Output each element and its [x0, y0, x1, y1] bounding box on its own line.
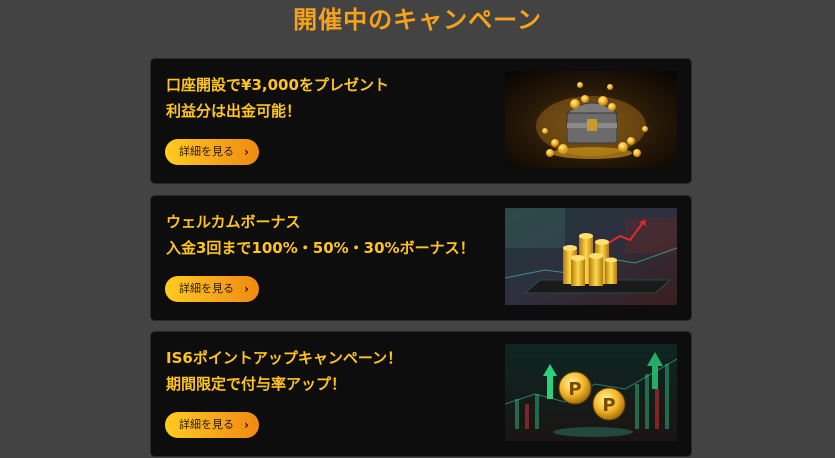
campaign-card-text: ウェルカムボーナス 入金3回まで100%・50%・30%ボーナス！: [166, 209, 501, 261]
details-button[interactable]: 詳細を見る ›: [165, 276, 259, 302]
point-coins-image[interactable]: P P: [505, 344, 677, 441]
campaign-headline: 口座開設で¥3,000をプレゼント: [166, 76, 389, 94]
details-button-label: 詳細を見る: [179, 282, 234, 295]
details-button-label: 詳細を見る: [179, 418, 234, 431]
campaign-card-text: IS6ポイントアップキャンペーン！ 期間限定で付与率アップ！: [166, 345, 501, 397]
svg-text:P: P: [568, 379, 581, 400]
campaign-headline: IS6ポイントアップキャンペーン！: [166, 349, 403, 367]
treasure-chest-image[interactable]: [505, 71, 677, 168]
campaign-card-point-up[interactable]: IS6ポイントアップキャンペーン！ 期間限定で付与率アップ！ 詳細を見る › P…: [151, 332, 691, 456]
details-button-label: 詳細を見る: [179, 145, 234, 158]
campaign-page: 開催中のキャンペーン 口座開設で¥3,000をプレゼント 利益分は出金可能！ 詳…: [0, 0, 835, 458]
campaign-subline: 入金3回まで100%・50%・30%ボーナス！: [166, 239, 475, 257]
page-title: 開催中のキャンペーン: [293, 6, 542, 34]
campaign-headline: ウェルカムボーナス: [166, 213, 301, 231]
campaign-card-text: 口座開設で¥3,000をプレゼント 利益分は出金可能！: [166, 72, 501, 124]
svg-text:P: P: [602, 395, 615, 416]
chevron-right-icon: ›: [244, 418, 249, 432]
campaign-subline: 期間限定で付与率アップ！: [166, 375, 347, 393]
chevron-right-icon: ›: [244, 145, 249, 159]
campaign-subline: 利益分は出金可能！: [166, 102, 302, 120]
coin-stacks-image[interactable]: [505, 208, 677, 305]
campaign-card-account-opening[interactable]: 口座開設で¥3,000をプレゼント 利益分は出金可能！ 詳細を見る ›: [151, 59, 691, 183]
details-button[interactable]: 詳細を見る ›: [165, 412, 259, 438]
chevron-right-icon: ›: [244, 282, 249, 296]
details-button[interactable]: 詳細を見る ›: [165, 139, 259, 165]
campaign-card-welcome-bonus[interactable]: ウェルカムボーナス 入金3回まで100%・50%・30%ボーナス！ 詳細を見る …: [151, 196, 691, 320]
